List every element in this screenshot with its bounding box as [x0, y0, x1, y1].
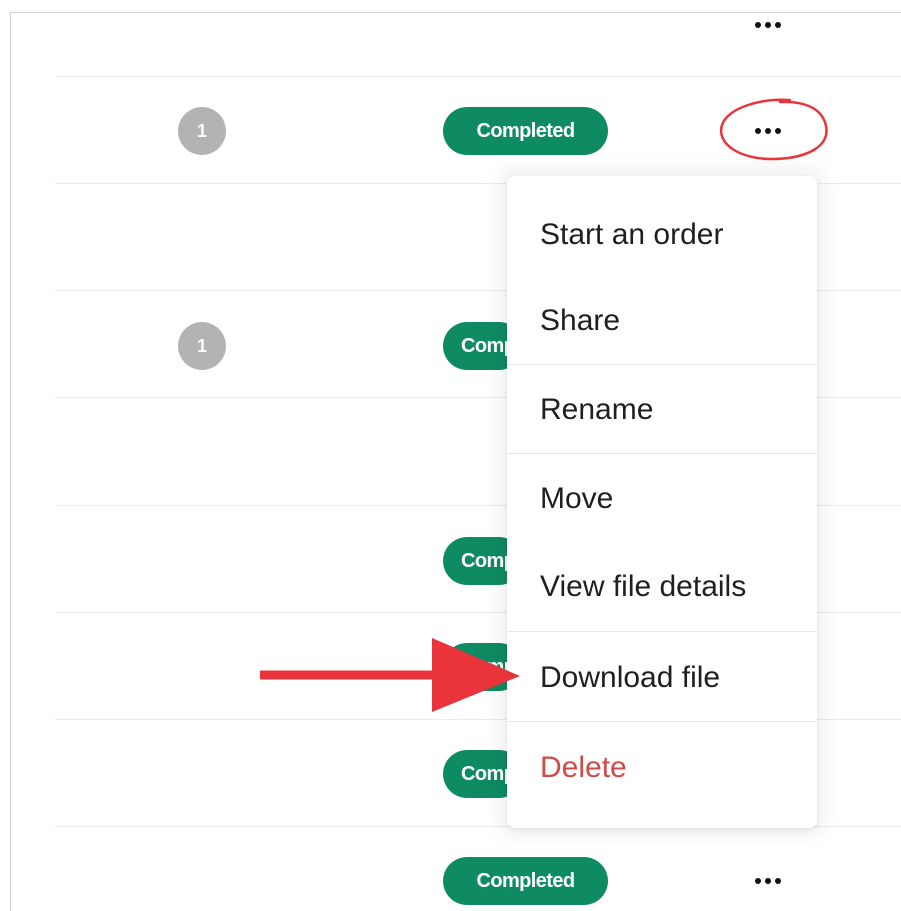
annotation-overlay	[260, 98, 828, 712]
arrow-head	[432, 638, 520, 712]
highlight-circle	[719, 98, 828, 161]
file-list-panel: 1 Completed 1 Completed Completed Comple…	[0, 0, 901, 911]
